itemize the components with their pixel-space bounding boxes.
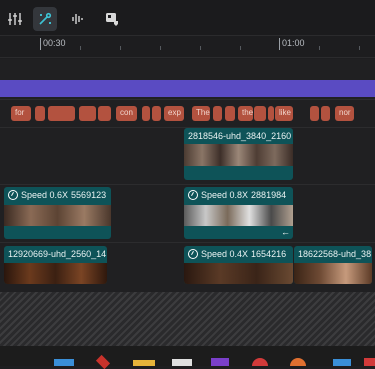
- timeline-empty-area: [0, 292, 375, 346]
- speed-icon: [8, 190, 18, 200]
- caption-word[interactable]: [225, 106, 235, 121]
- app-icon[interactable]: [364, 358, 375, 366]
- clip-thumbnail: [4, 205, 111, 226]
- caption-word[interactable]: [79, 106, 96, 121]
- app-icon[interactable]: [211, 358, 229, 366]
- app-icon[interactable]: [172, 359, 192, 366]
- clip-thumbnail: [184, 263, 293, 284]
- audio-waveform-icon[interactable]: [66, 7, 90, 31]
- clip-thumbnail: [294, 263, 372, 284]
- clip-name: 2881984: [251, 190, 287, 200]
- speed-icon: [188, 249, 198, 259]
- clip-thumbnail: [4, 263, 107, 284]
- ruler-minor-tick: [319, 46, 320, 50]
- caption-word[interactable]: The: [192, 106, 210, 121]
- clip-header: Speed 0.8X 2881984: [188, 190, 286, 200]
- app-icon[interactable]: [290, 358, 306, 366]
- caption-word[interactable]: [268, 106, 274, 121]
- caption-word[interactable]: [321, 106, 330, 121]
- ruler-major-tick: [40, 38, 41, 50]
- clip-thumbnail: [184, 144, 293, 166]
- caption-word[interactable]: [48, 106, 75, 121]
- speed-icon: [188, 190, 198, 200]
- caption-word[interactable]: the: [238, 106, 253, 121]
- ruler-minor-tick: [80, 46, 81, 50]
- taskbar: [0, 346, 375, 369]
- clip-name: 2818546-uhd_3840_2160: [188, 131, 292, 141]
- clip-name: 12920669-uhd_2560_14: [8, 249, 107, 259]
- video-clip[interactable]: 18622568-uhd_38: [294, 246, 372, 284]
- caption-word[interactable]: nor: [335, 106, 354, 121]
- app-icon[interactable]: [95, 354, 111, 369]
- caption-word[interactable]: con: [116, 106, 137, 121]
- ruler-minor-tick: [120, 46, 121, 50]
- magic-pen-icon[interactable]: [33, 7, 57, 31]
- caption-word[interactable]: [35, 106, 45, 121]
- ruler-minor-tick: [359, 46, 360, 50]
- clip-header: Speed 0.6X 5569123: [8, 190, 106, 200]
- caption-word[interactable]: for: [11, 106, 31, 121]
- ruler-label-60s: 01:00: [282, 38, 305, 48]
- time-ruler[interactable]: 00:30 01:00: [0, 36, 375, 58]
- caption-word[interactable]: like: [275, 106, 293, 121]
- clip-name: 1654216: [251, 249, 287, 259]
- clip-speed: Speed 0.8X: [201, 190, 249, 200]
- video-clip[interactable]: 12920669-uhd_2560_14: [4, 246, 107, 284]
- clip-speed: Speed 0.6X: [21, 190, 69, 200]
- clip-speed: Speed 0.4X: [201, 249, 249, 259]
- caption-word[interactable]: exp: [164, 106, 184, 121]
- ruler-major-tick: [279, 38, 280, 50]
- video-clip[interactable]: Speed 0.4X 1654216: [184, 246, 293, 284]
- clip-name: 5569123: [71, 190, 107, 200]
- audio-track-bar[interactable]: [0, 80, 375, 97]
- caption-word[interactable]: [98, 106, 111, 121]
- ruler-minor-tick: [160, 46, 161, 50]
- video-clip[interactable]: Speed 0.6X 5569123: [4, 187, 111, 239]
- adjust-sliders-icon[interactable]: [3, 7, 27, 31]
- video-clip[interactable]: 2818546-uhd_3840_2160: [184, 128, 293, 180]
- folder-icon[interactable]: [133, 360, 155, 366]
- video-clip[interactable]: Speed 0.8X 2881984 ←: [184, 187, 293, 239]
- clip-thumbnail: [184, 205, 293, 226]
- timeline-toolbar: [0, 0, 375, 36]
- caption-word[interactable]: [213, 106, 222, 121]
- caption-word[interactable]: [254, 106, 266, 121]
- ruler-minor-tick: [240, 46, 241, 50]
- app-icon[interactable]: [252, 358, 268, 366]
- caption-word[interactable]: [310, 106, 319, 121]
- clip-header: Speed 0.4X 1654216: [188, 249, 286, 259]
- media-import-icon[interactable]: [100, 7, 124, 31]
- app-icon[interactable]: [333, 359, 351, 366]
- caption-word[interactable]: [152, 106, 161, 121]
- clip-name: 18622568-uhd_38: [298, 249, 372, 259]
- start-icon[interactable]: [54, 359, 74, 366]
- ruler-minor-tick: [200, 46, 201, 50]
- caption-word[interactable]: [142, 106, 150, 121]
- trim-arrow-icon[interactable]: ←: [281, 227, 290, 237]
- ruler-label-30s: 00:30: [43, 38, 66, 48]
